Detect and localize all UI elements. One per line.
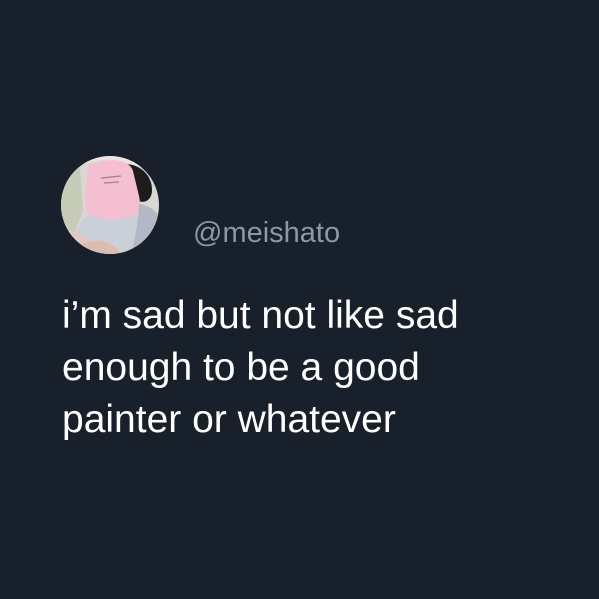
tweet-line-1: i’m sad but not like sad	[62, 294, 459, 337]
avatar-image	[61, 156, 159, 254]
profile-avatar[interactable]	[61, 156, 159, 254]
user-handle[interactable]: @meishato	[193, 215, 340, 251]
tweet-line-3: painter or whatever	[62, 398, 396, 441]
tweet-line-2: enough to be a good	[62, 346, 420, 389]
tweet-text: i’m sad but not like sad enough to be a …	[62, 290, 582, 446]
post-card: @meishato i’m sad but not like sad enoug…	[0, 0, 599, 599]
